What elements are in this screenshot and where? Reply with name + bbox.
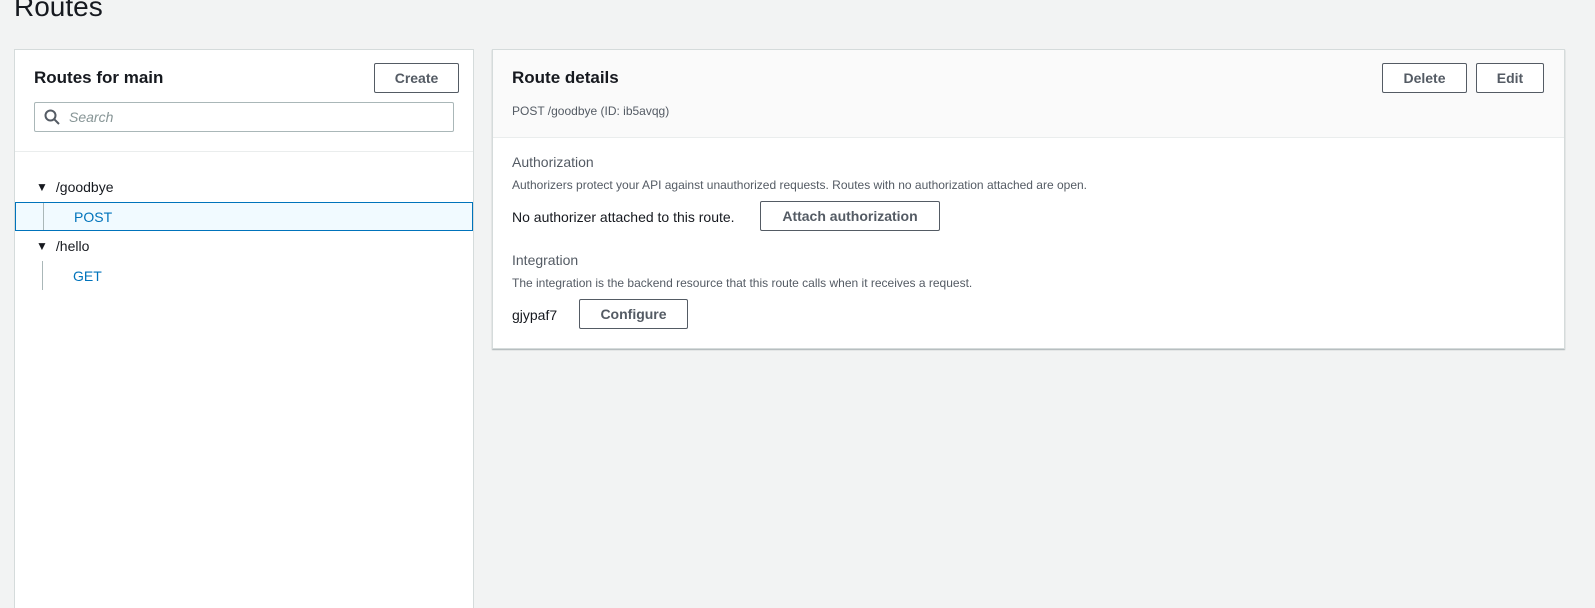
route-details-header: Route details POST /goodbye (ID: ib5avqg… bbox=[493, 50, 1564, 138]
integration-id: gjypaf7 bbox=[512, 307, 558, 323]
route-details-title: Route details bbox=[512, 68, 619, 87]
route-path-goodbye[interactable]: ▼ /goodbye bbox=[15, 172, 473, 202]
route-path-label: /hello bbox=[55, 238, 90, 254]
search-input[interactable] bbox=[69, 104, 453, 130]
edit-button[interactable]: Edit bbox=[1476, 63, 1544, 93]
caret-down-icon[interactable]: ▼ bbox=[36, 239, 48, 253]
integration-description: The integration is the backend resource … bbox=[512, 276, 973, 290]
route-method-label: GET bbox=[73, 267, 102, 284]
authorization-description: Authorizers protect your API against una… bbox=[512, 178, 1088, 192]
search-icon bbox=[35, 109, 69, 125]
delete-button[interactable]: Delete bbox=[1382, 63, 1467, 93]
caret-down-icon[interactable]: ▼ bbox=[36, 180, 48, 194]
authorization-title: Authorization bbox=[512, 154, 594, 170]
route-details-subtitle: POST /goodbye (ID: ib5avqg) bbox=[512, 104, 670, 118]
tree-line bbox=[43, 203, 44, 230]
attach-authorization-button[interactable]: Attach authorization bbox=[760, 201, 940, 231]
page-title: Routes bbox=[14, 0, 103, 22]
route-method-label: POST bbox=[74, 208, 113, 225]
route-method-post[interactable]: POST bbox=[15, 202, 473, 231]
route-group-hello: ▼ /hello GET bbox=[15, 231, 473, 290]
route-group-goodbye: ▼ /goodbye POST bbox=[15, 172, 473, 231]
route-details-panel: Route details POST /goodbye (ID: ib5avqg… bbox=[492, 49, 1565, 349]
search-box bbox=[34, 102, 454, 132]
routes-tree: ▼ /goodbye POST ▼ /hello GET bbox=[15, 172, 473, 290]
routes-panel-title: Routes for main bbox=[34, 68, 164, 87]
route-method-get[interactable]: GET bbox=[15, 261, 473, 290]
configure-button[interactable]: Configure bbox=[579, 299, 688, 329]
create-button[interactable]: Create bbox=[374, 63, 459, 93]
tree-line bbox=[42, 261, 43, 290]
authorization-status: No authorizer attached to this route. bbox=[512, 209, 735, 225]
integration-title: Integration bbox=[512, 252, 579, 268]
routes-panel-header: Routes for main Create bbox=[15, 50, 473, 152]
routes-panel: Routes for main Create ▼ /goodbye POST bbox=[14, 49, 474, 608]
route-path-label: /goodbye bbox=[55, 179, 114, 195]
route-path-hello[interactable]: ▼ /hello bbox=[15, 231, 473, 261]
